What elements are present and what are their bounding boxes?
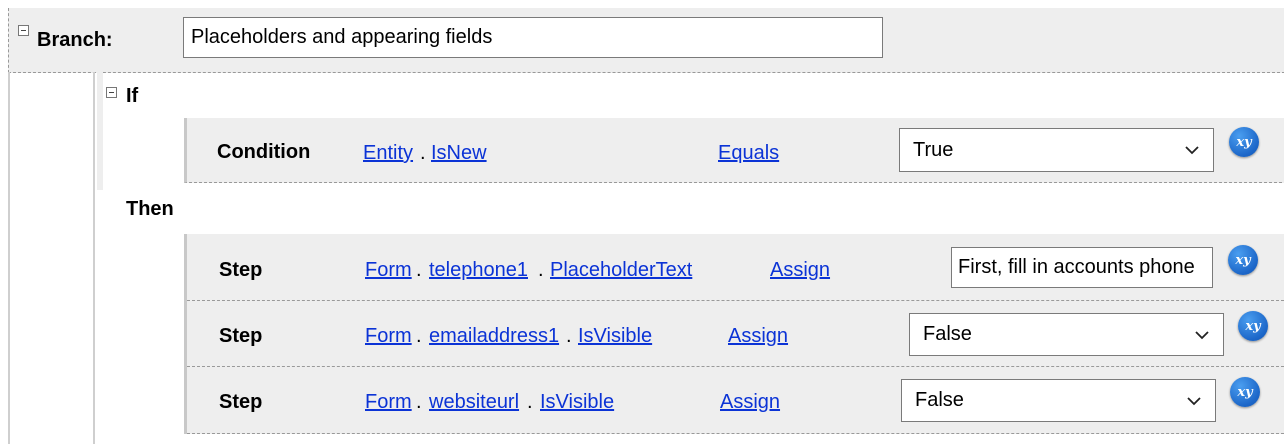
step-value-select[interactable]: False (909, 313, 1224, 356)
xy-variable-icon[interactable]: xy (1228, 245, 1258, 275)
step-form-link[interactable]: Form (365, 259, 412, 282)
branch-label: Branch: (37, 29, 113, 51)
step-label: Step (219, 259, 263, 281)
condition-value-select[interactable]: True (899, 128, 1214, 172)
condition-label: Condition (217, 141, 311, 163)
path-separator: . (527, 391, 533, 413)
step-action-link[interactable]: Assign (720, 391, 780, 414)
step-value: False (923, 323, 972, 345)
path-separator: . (416, 259, 422, 281)
step-action-link[interactable]: Assign (770, 259, 830, 282)
path-separator: . (416, 391, 422, 413)
step-action-link[interactable]: Assign (728, 325, 788, 348)
branch-collapse-icon[interactable] (18, 25, 29, 36)
step-property-link[interactable]: IsVisible (540, 391, 614, 414)
xy-variable-icon[interactable]: xy (1230, 377, 1260, 407)
if-block-bg (97, 72, 103, 190)
branch-name-value: Placeholders and appearing fields (191, 26, 493, 48)
step-label: Step (219, 391, 263, 413)
condition-operator-link[interactable]: Equals (718, 142, 779, 165)
condition-entity-link[interactable]: Entity (363, 142, 413, 165)
then-label: Then (126, 198, 174, 220)
condition-field-link[interactable]: IsNew (431, 142, 487, 165)
if-guide-line (93, 72, 95, 444)
chevron-down-icon (1187, 396, 1201, 405)
step-value-select[interactable]: False (901, 379, 1216, 422)
step-field-link[interactable]: emailaddress1 (429, 325, 559, 348)
condition-value: True (913, 138, 954, 161)
step-form-link[interactable]: Form (365, 391, 412, 414)
step-form-link[interactable]: Form (365, 325, 412, 348)
xy-variable-icon[interactable]: xy (1238, 311, 1268, 341)
chevron-down-icon (1185, 146, 1199, 155)
step-field-link[interactable]: websiteurl (429, 391, 519, 414)
path-separator: . (566, 325, 572, 347)
step-field-link[interactable]: telephone1 (429, 259, 528, 282)
branch-name-input[interactable]: Placeholders and appearing fields (183, 17, 883, 58)
step-value: First, fill in accounts phone (958, 256, 1195, 278)
if-label: If (126, 85, 139, 107)
path-separator: . (416, 325, 422, 347)
xy-variable-icon[interactable]: xy (1229, 127, 1259, 157)
step-value: False (915, 389, 964, 411)
step-label: Step (219, 325, 263, 347)
step-value-input[interactable]: First, fill in accounts phone (951, 247, 1213, 288)
step-property-link[interactable]: PlaceholderText (550, 259, 692, 282)
path-separator: . (420, 142, 426, 164)
path-separator: . (538, 259, 544, 281)
step-property-link[interactable]: IsVisible (578, 325, 652, 348)
chevron-down-icon (1195, 330, 1209, 339)
if-collapse-icon[interactable] (106, 87, 117, 98)
branch-guide-line (8, 72, 10, 444)
